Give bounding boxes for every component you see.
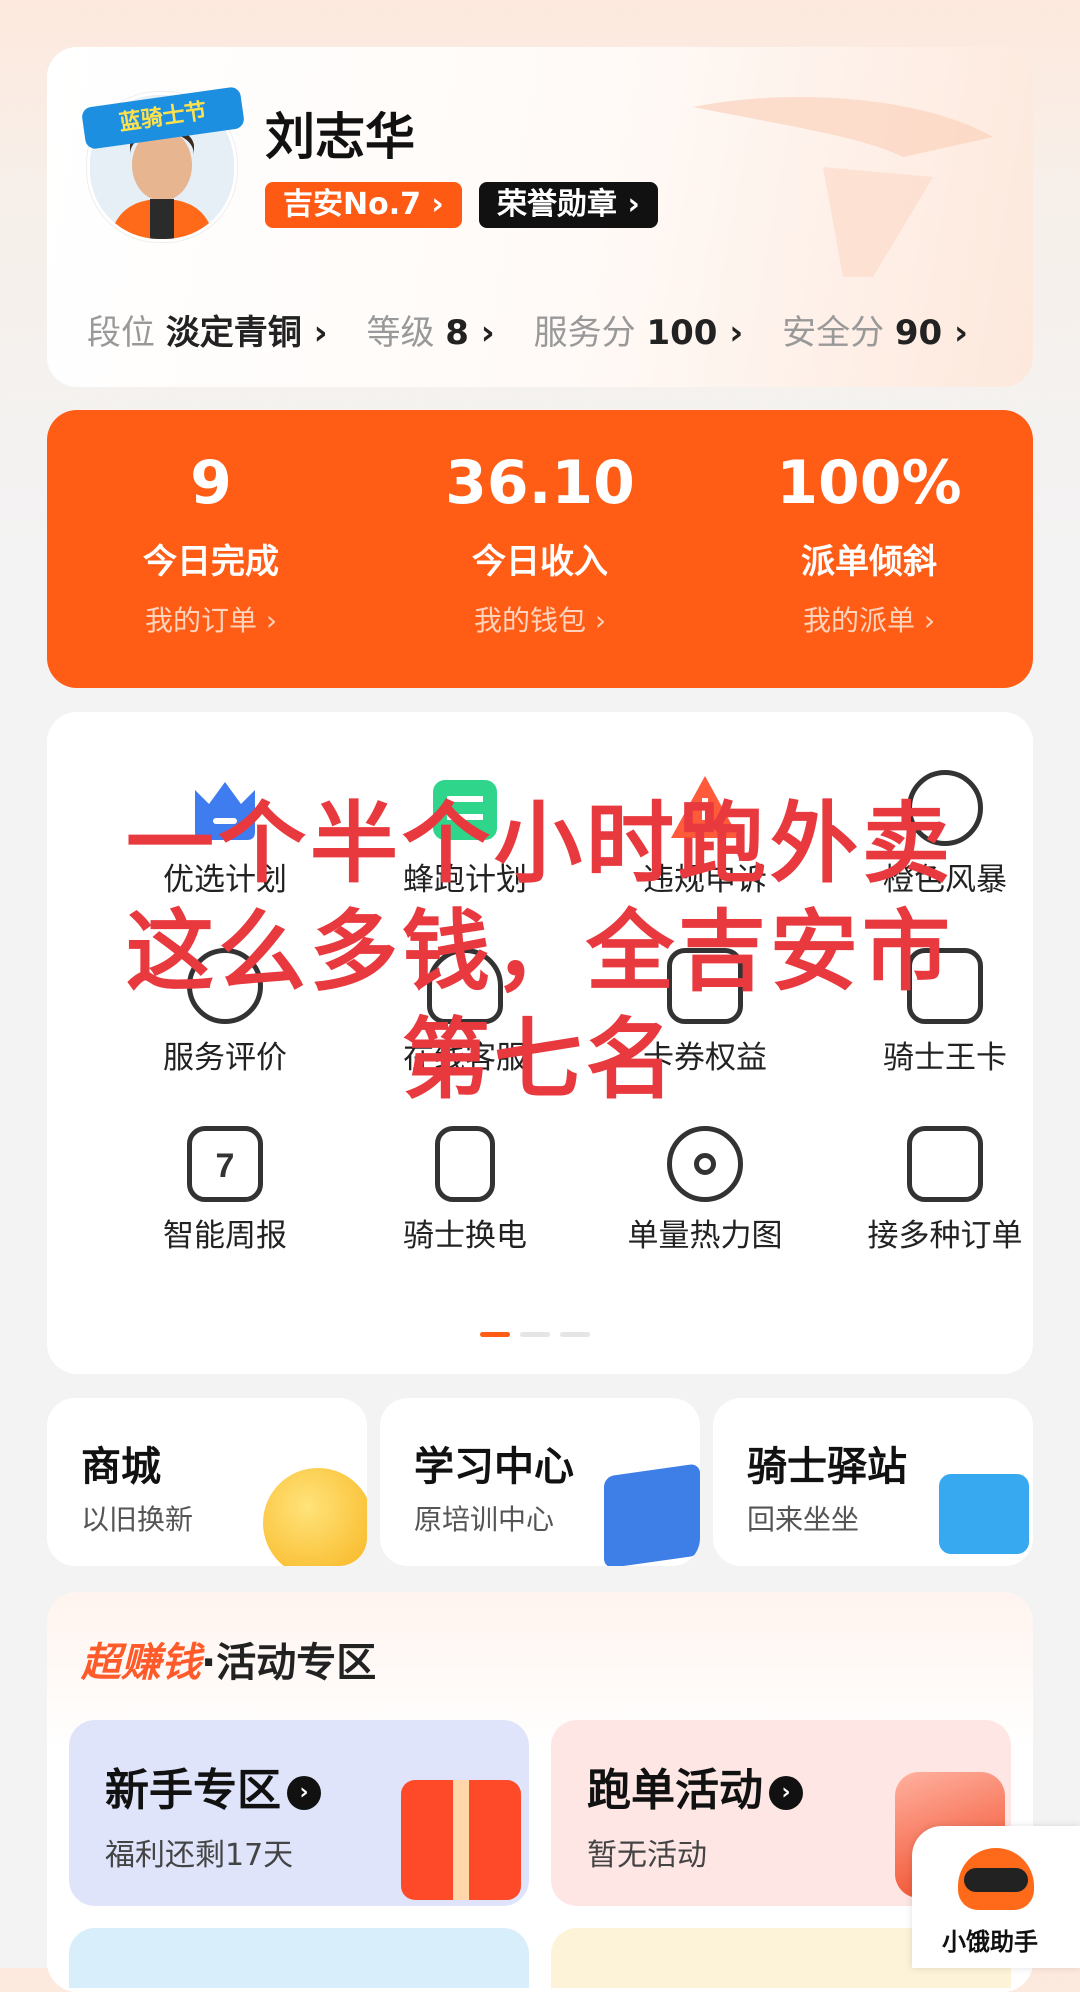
my-wallet-link[interactable]: 我的钱包 › xyxy=(376,599,704,639)
menu-item-order-heatmap[interactable]: 单量热力图 xyxy=(585,1126,825,1255)
order-doc-icon xyxy=(907,1126,983,1202)
battery-swap-icon xyxy=(435,1126,495,1202)
stat-safety-score[interactable]: 安全分 90 › xyxy=(782,313,996,353)
my-orders-link[interactable]: 我的订单 › xyxy=(47,599,375,639)
summary-income[interactable]: 36.10 今日收入 我的钱包 › xyxy=(376,410,704,639)
brand-wing-decoration xyxy=(693,97,993,277)
summary-completed[interactable]: 9 今日完成 我的订单 › xyxy=(47,410,375,639)
activity-zone: 超赚钱·活动专区 新手专区 › 福利还剩17天 跑单活动 › 暂无活动 xyxy=(47,1592,1033,1992)
honor-medal-tag[interactable]: 荣誉勋章 › xyxy=(479,182,658,228)
stat-service-score[interactable]: 服务分 100 › xyxy=(534,313,772,353)
stat-tier[interactable]: 段位 淡定青铜 › xyxy=(87,313,356,353)
stat-level[interactable]: 等级 8 › xyxy=(366,313,522,353)
activity-card-partial[interactable] xyxy=(69,1928,529,1988)
gift-box-icon xyxy=(401,1780,521,1900)
book-icon xyxy=(604,1463,700,1566)
activity-newbie-zone[interactable]: 新手专区 › 福利还剩17天 xyxy=(69,1720,529,1906)
today-summary-card: 9 今日完成 我的订单 › 36.10 今日收入 我的钱包 › 100% 派单倾… xyxy=(47,410,1033,688)
shortcut-rider-station[interactable]: 骑士驿站 回来坐坐 xyxy=(713,1398,1033,1566)
heatmap-target-icon xyxy=(667,1126,743,1202)
menu-item-multi-order[interactable]: 接多种订单 xyxy=(825,1126,1065,1255)
menu-item-battery-swap[interactable]: 骑士换电 xyxy=(345,1126,585,1255)
chevron-right-icon: › xyxy=(769,1776,803,1810)
coin-icon xyxy=(263,1468,367,1566)
chevron-right-icon: › xyxy=(287,1776,321,1810)
calendar-7-icon: 7 xyxy=(187,1126,263,1202)
my-dispatch-link[interactable]: 我的派单 › xyxy=(705,599,1033,639)
shortcut-learning-center[interactable]: 学习中心 原培训中心 xyxy=(380,1398,700,1566)
station-box-icon xyxy=(939,1474,1029,1554)
rider-name: 刘志华 xyxy=(265,108,415,166)
assistant-floating-button[interactable]: 小饿助手 xyxy=(912,1826,1080,1968)
menu-item-weekly-report[interactable]: 7 智能周报 xyxy=(105,1126,345,1255)
profile-card: 蓝骑士节 刘志华 吉安No.7 › 荣誉勋章 › 段位 淡定青铜 › 等级 8 … xyxy=(47,47,1033,387)
page-indicator xyxy=(480,1322,600,1341)
svg-text:7: 7 xyxy=(216,1147,235,1185)
overlay-caption: 一个半个小时跑外卖这么多钱，全吉安市第七名 xyxy=(125,792,954,1111)
summary-dispatch[interactable]: 100% 派单倾斜 我的派单 › xyxy=(705,410,1033,639)
city-rank-tag[interactable]: 吉安No.7 › xyxy=(265,182,462,228)
shortcut-mall[interactable]: 商城 以旧换新 xyxy=(47,1398,367,1566)
profile-stats-row: 段位 淡定青铜 › 等级 8 › 服务分 100 › 安全分 90 › xyxy=(87,305,996,354)
activity-zone-title: 超赚钱·活动专区 xyxy=(81,1640,377,1686)
